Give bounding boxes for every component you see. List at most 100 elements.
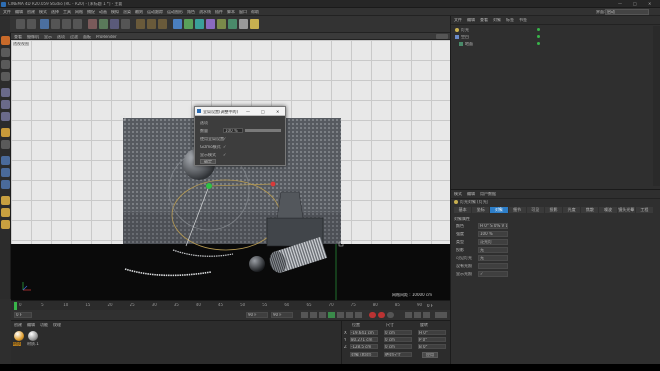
menu-item[interactable]: 流水线 (199, 10, 211, 15)
gizmo-checkbox[interactable]: ✓ (223, 145, 226, 149)
subtab-4[interactable]: 可见 (526, 207, 544, 213)
model-mode-icon[interactable] (1, 48, 10, 57)
dialog-minimize-button[interactable]: — (246, 110, 250, 114)
light-icon[interactable] (250, 19, 259, 29)
record-icon[interactable] (369, 312, 376, 318)
object-menu-item[interactable]: 对象 (493, 18, 501, 22)
menu-item[interactable]: 运动跟踪 (147, 10, 163, 15)
keyframe-select-icon[interactable] (387, 312, 394, 318)
minimize-button[interactable]: — (618, 2, 622, 6)
next-key-icon[interactable] (346, 312, 353, 318)
object-menu-item[interactable]: 文件 (454, 18, 462, 22)
dialog-titlebar[interactable]: 全局设置(调整中的) — □ ✕ (195, 107, 285, 116)
menu-item[interactable]: 脚本 (227, 10, 235, 15)
cube-icon[interactable] (173, 19, 182, 29)
axis-icon[interactable] (1, 168, 10, 177)
rotate-tool-icon[interactable] (73, 19, 82, 29)
attribute-value[interactable]: H 0° S 0% V 100% (478, 223, 508, 229)
rot-p-field[interactable]: P 0° (418, 337, 446, 342)
polygons-mode-icon[interactable] (1, 112, 10, 121)
goto-end-icon[interactable] (355, 312, 362, 318)
scale-key-icon[interactable] (423, 312, 430, 318)
object-menu-item[interactable]: 查看 (480, 18, 488, 22)
dialog-maximize-button[interactable]: □ (261, 110, 265, 114)
material-menu-item[interactable]: 创建 (14, 323, 22, 327)
rot-b-field[interactable]: B 0° (418, 344, 446, 349)
subtab-3[interactable]: 细节 (508, 207, 526, 213)
menu-item[interactable]: 文件 (3, 10, 11, 15)
select-tool-icon[interactable] (40, 19, 49, 29)
solo-hierarchy-icon[interactable] (1, 208, 10, 217)
amount-field[interactable]: 100 % (223, 128, 243, 133)
amount-slider[interactable] (245, 129, 281, 132)
timeline[interactable]: 0 5 10 15 20 25 30 35 40 45 50 55 60 65 70 75 80 85 90 0 F (11, 300, 450, 310)
size-mode-select[interactable]: 绝对尺寸 (384, 352, 412, 357)
tweak-icon[interactable] (1, 180, 10, 189)
menu-item[interactable]: 角色 (187, 10, 195, 15)
texture-mode-icon[interactable] (1, 60, 10, 69)
subtab-6[interactable]: 光度 (563, 207, 581, 213)
render-picture-viewer-icon[interactable] (147, 19, 156, 29)
viewport-menu-item[interactable]: 过滤 (70, 35, 78, 39)
close-button[interactable]: ✕ (648, 2, 651, 6)
solo-selection-icon[interactable] (1, 220, 10, 229)
region-handle-br[interactable] (338, 241, 344, 247)
subtab-5[interactable]: 投影 (544, 207, 563, 213)
solo-icon[interactable] (1, 196, 10, 205)
apply-button[interactable]: 应用 (422, 352, 438, 358)
current-frame-field[interactable]: 90 F (271, 312, 293, 318)
attribute-value[interactable]: 泛光灯 (478, 239, 508, 245)
menu-item[interactable]: 编辑 (15, 10, 23, 15)
locked-workplane-icon[interactable] (1, 140, 10, 149)
subtab-1[interactable]: 坐标 (472, 207, 490, 213)
pos-z-field[interactable]: -128.5 cm (350, 344, 378, 349)
material-menu-item[interactable]: 纹理 (53, 323, 61, 327)
viewport-3d[interactable]: 透视视图 网格间距: 10000 cm (11, 40, 450, 300)
viewport-menu-item[interactable]: ProRender (96, 35, 117, 39)
object-menu-item[interactable]: 标签 (506, 18, 514, 22)
render-settings-icon[interactable] (158, 19, 167, 29)
gizmo-y-handle[interactable] (206, 183, 212, 189)
menu-item[interactable]: 雕刻 (135, 10, 143, 15)
object-menu-item[interactable]: 书签 (519, 18, 527, 22)
redo-icon[interactable] (27, 19, 36, 29)
object-row[interactable]: 空白 (453, 34, 543, 40)
subtab-7[interactable]: 焦散 (581, 207, 599, 213)
play-icon[interactable] (328, 312, 335, 318)
subtab-8[interactable]: 噪波 (599, 207, 617, 213)
region-handle-tl[interactable] (120, 115, 126, 121)
viewport-menu-item[interactable]: 面板 (83, 35, 91, 39)
menu-item[interactable]: 窗口 (239, 10, 247, 15)
axis-x-icon[interactable] (88, 19, 97, 29)
camera-icon[interactable] (239, 19, 248, 29)
subtab-10[interactable]: 工程 (635, 207, 653, 213)
make-editable-icon[interactable] (1, 36, 10, 45)
menu-item[interactable]: 模拟 (111, 10, 119, 15)
menu-item[interactable]: 工具 (63, 10, 71, 15)
points-mode-icon[interactable] (1, 88, 10, 97)
undo-icon[interactable] (16, 19, 25, 29)
use-global-checkbox[interactable]: ✓ (223, 137, 226, 141)
visibility-dot[interactable] (537, 42, 540, 45)
menu-item[interactable]: 模式 (39, 10, 47, 15)
prev-key-icon[interactable] (310, 312, 317, 318)
attribute-value[interactable] (478, 263, 508, 269)
ok-button[interactable]: 确定 (200, 159, 216, 164)
move-tool-icon[interactable] (51, 19, 60, 29)
visibility-dot[interactable] (537, 28, 540, 31)
axis-y-icon[interactable] (99, 19, 108, 29)
menu-item[interactable]: 渲染 (123, 10, 131, 15)
scale-tool-icon[interactable] (62, 19, 71, 29)
maximize-button[interactable]: □ (633, 2, 637, 6)
playhead-marker[interactable] (14, 302, 17, 310)
menu-item[interactable]: 插件 (215, 10, 223, 15)
dialog-close-button[interactable]: ✕ (276, 110, 279, 114)
viewport-menu-item[interactable]: 查看 (14, 35, 22, 39)
rot-h-field[interactable]: H 0° (418, 330, 446, 335)
attribute-value[interactable]: 无 (478, 255, 508, 261)
position-key-icon[interactable] (405, 312, 412, 318)
snap-icon[interactable] (1, 128, 10, 137)
menu-item[interactable]: 动画 (99, 10, 107, 15)
attribute-menu-item[interactable]: 编辑 (467, 192, 475, 196)
viewport-layout-icon[interactable] (436, 34, 448, 39)
